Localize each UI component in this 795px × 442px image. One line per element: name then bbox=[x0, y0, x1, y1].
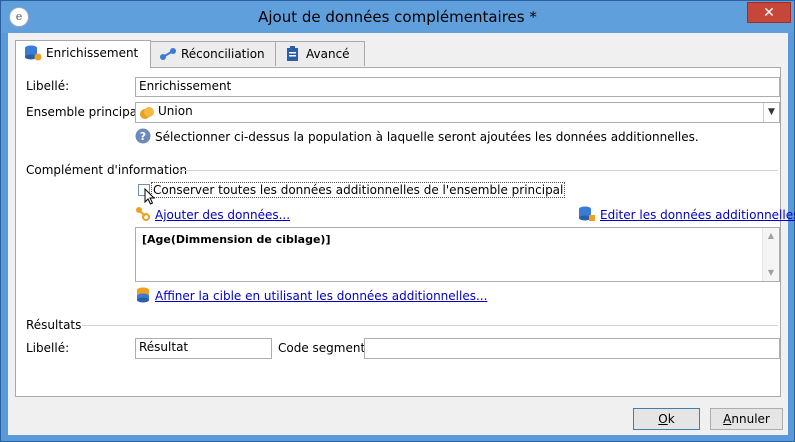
ok-label: k bbox=[667, 412, 675, 426]
tab-label: Réconciliation bbox=[181, 47, 265, 61]
dialog-body: Enrichissement Réconciliation Avancé Lib… bbox=[8, 33, 795, 435]
help-text: Sélectionner ci-dessus la population à l… bbox=[155, 130, 699, 144]
code-segment-label: Code segment: bbox=[278, 341, 370, 355]
scroll-down-icon[interactable]: ▼ bbox=[763, 265, 779, 281]
libelle-label: Libellé: bbox=[26, 79, 70, 93]
tab-enrichissement[interactable]: Enrichissement bbox=[15, 40, 151, 68]
ensemble-value: Union bbox=[158, 104, 193, 118]
ajouter-donnees-link[interactable]: Ajouter des données... bbox=[155, 208, 290, 222]
section-divider bbox=[178, 170, 778, 171]
resultats-section-title: Résultats bbox=[26, 318, 82, 332]
scroll-up-icon[interactable]: ▲ bbox=[763, 228, 779, 244]
svg-text:?: ? bbox=[140, 130, 146, 143]
title-bar[interactable]: e Ajout de données complémentaires * ✕ bbox=[1, 1, 794, 33]
add-data-icon bbox=[136, 207, 150, 221]
resultat-libelle-field[interactable]: Résultat bbox=[135, 338, 272, 359]
conserver-label[interactable]: Conserver toutes les données additionnel… bbox=[151, 182, 566, 198]
mouse-cursor-icon bbox=[144, 188, 156, 205]
resultat-libelle-label: Libellé: bbox=[26, 341, 70, 355]
dialog-window: e Ajout de données complémentaires * ✕ E… bbox=[0, 0, 795, 442]
libelle-field[interactable]: Enrichissement bbox=[135, 77, 780, 97]
ok-button[interactable]: Ok bbox=[633, 408, 700, 430]
union-icon bbox=[140, 107, 154, 119]
tab-label: Avancé bbox=[306, 47, 350, 61]
tab-reconciliation[interactable]: Réconciliation bbox=[150, 41, 276, 66]
help-icon: ? bbox=[135, 128, 151, 144]
ok-mnemonic: O bbox=[658, 412, 668, 426]
additional-data-list[interactable]: [Age(Dimmension de ciblage)] ▲ ▼ bbox=[135, 227, 780, 282]
affiner-cible-link[interactable]: Affiner la cible en utilisant les donnée… bbox=[155, 289, 487, 303]
vertical-scrollbar[interactable]: ▲ ▼ bbox=[762, 228, 779, 281]
close-button[interactable]: ✕ bbox=[747, 2, 791, 23]
refine-target-icon bbox=[137, 287, 149, 303]
clipboard-icon bbox=[287, 46, 298, 61]
tab-label: Enrichissement bbox=[46, 46, 139, 60]
tab-avance[interactable]: Avancé bbox=[275, 41, 365, 66]
window-title: Ajout de données complémentaires * bbox=[258, 8, 537, 26]
ensemble-label: Ensemble principal: bbox=[26, 105, 145, 119]
list-item[interactable]: [Age(Dimmension de ciblage)] bbox=[142, 233, 330, 246]
database-icon bbox=[25, 45, 42, 61]
cancel-button[interactable]: Annuler bbox=[710, 408, 783, 430]
complement-section-title: Complément d'information bbox=[26, 163, 188, 177]
tab-panel: Libellé: Enrichissement Ensemble princip… bbox=[15, 67, 795, 397]
cancel-label: nnuler bbox=[731, 412, 770, 426]
link-nodes-icon bbox=[160, 48, 176, 60]
edit-data-icon bbox=[579, 206, 595, 221]
code-segment-field[interactable] bbox=[364, 338, 780, 359]
ensemble-select[interactable]: Union ▼ bbox=[135, 102, 780, 123]
chevron-down-icon[interactable]: ▼ bbox=[763, 103, 779, 122]
section-divider bbox=[82, 325, 778, 326]
editer-donnees-link[interactable]: Editer les données additionnelles... bbox=[600, 208, 795, 222]
